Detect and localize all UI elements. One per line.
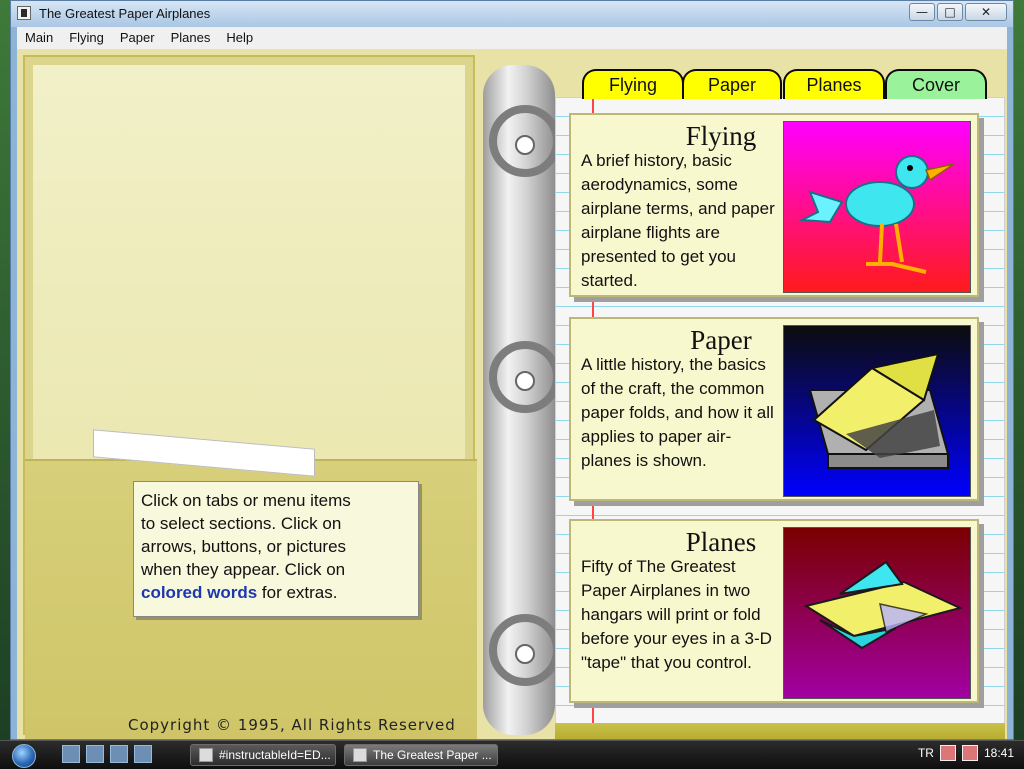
- instructions-line-2: to select sections. Click on: [141, 514, 342, 533]
- paper-thumbnail[interactable]: [783, 325, 971, 497]
- binder-ring-bottom: [489, 614, 561, 686]
- volume-icon[interactable]: [939, 745, 956, 761]
- card-flying-title: Flying: [685, 121, 757, 151]
- app-task-icon: [353, 748, 367, 762]
- start-button[interactable]: [12, 744, 36, 768]
- paint-icon[interactable]: [134, 745, 152, 763]
- card-paper[interactable]: Paper A little history, the basics of th…: [569, 317, 979, 501]
- taskbar-item-app[interactable]: The Greatest Paper ...: [344, 744, 498, 766]
- binder-ring-middle: [489, 341, 561, 413]
- desktop-left-edge: [0, 0, 10, 740]
- system-tray: TR 18:41: [918, 745, 1014, 761]
- menu-help[interactable]: Help: [218, 27, 261, 49]
- copyright-text: Copyright © 1995, All Rights Reserved: [128, 716, 456, 734]
- tab-cover[interactable]: Cover: [885, 69, 987, 99]
- ie-icon[interactable]: [62, 745, 80, 763]
- instructions-text: Click on tabs or menu items to select se…: [141, 489, 411, 604]
- colored-words-link[interactable]: colored words: [141, 583, 257, 602]
- desktop-right-edge: [1014, 0, 1024, 740]
- bird-icon: [798, 155, 955, 274]
- menu-planes[interactable]: Planes: [163, 27, 219, 49]
- left-page: Click on tabs or menu items to select se…: [23, 55, 477, 739]
- maximize-button[interactable]: □: [937, 3, 963, 21]
- card-planes-title: Planes: [685, 527, 757, 557]
- menu-main[interactable]: Main: [17, 27, 61, 49]
- window-controls: — □ ✕: [909, 3, 1007, 21]
- instructions-line-4: when they appear. Click on: [141, 560, 346, 579]
- menu-paper[interactable]: Paper: [112, 27, 163, 49]
- taskbar-item-browser-label: #instructableId=ED...: [219, 748, 331, 762]
- menu-bar: Main Flying Paper Planes Help: [17, 27, 1007, 50]
- card-paper-title: Paper: [690, 325, 752, 355]
- binder-ring-top: [489, 105, 561, 177]
- taskbar-item-app-label: The Greatest Paper ...: [373, 748, 492, 762]
- app-canvas: Click on tabs or menu items to select se…: [17, 49, 1007, 739]
- taskbar-item-browser[interactable]: #instructableId=ED...: [190, 744, 336, 766]
- card-planes-desc: Fifty of The Greatest Paper Airplanes in…: [581, 557, 772, 672]
- planes-thumbnail[interactable]: [783, 527, 971, 699]
- instructions-line-3: arrows, buttons, or pictures: [141, 537, 347, 556]
- taskbar: #instructableId=ED... The Greatest Paper…: [0, 740, 1024, 769]
- window-icon: [17, 6, 31, 20]
- quick-launch: [62, 745, 152, 763]
- title-bar[interactable]: The Greatest Paper Airplanes — □ ✕: [11, 1, 1013, 27]
- language-indicator[interactable]: TR: [918, 746, 934, 760]
- paper-airplane-icon: [803, 560, 963, 650]
- explorer-icon[interactable]: [110, 745, 128, 763]
- folded-paper-icon: [808, 352, 950, 469]
- instructions-note: Click on tabs or menu items to select se…: [133, 481, 419, 617]
- card-planes[interactable]: Planes Fifty of The Greatest Paper Airpl…: [569, 519, 979, 703]
- card-paper-desc: A little history, the basics of the craf…: [581, 355, 774, 470]
- close-button[interactable]: ✕: [965, 3, 1007, 21]
- minimize-button[interactable]: —: [909, 3, 935, 21]
- desktop-icon[interactable]: [86, 745, 104, 763]
- network-icon[interactable]: [961, 745, 978, 761]
- card-flying[interactable]: Flying A brief history, basic aerodynami…: [569, 113, 979, 297]
- flying-thumbnail[interactable]: [783, 121, 971, 293]
- browser-icon: [199, 748, 213, 762]
- page-shadow: [555, 723, 1005, 739]
- card-flying-desc: A brief history, basic aerodynamics, som…: [581, 151, 775, 290]
- window-title: The Greatest Paper Airplanes: [39, 6, 211, 21]
- instructions-tail: for extras.: [257, 583, 338, 602]
- menu-flying[interactable]: Flying: [61, 27, 112, 49]
- tab-flying[interactable]: Flying: [582, 69, 684, 99]
- instructions-line-5: colored words for extras.: [141, 581, 411, 604]
- app-window: The Greatest Paper Airplanes — □ ✕ Main …: [10, 0, 1014, 740]
- instructions-line-1: Click on tabs or menu items: [141, 491, 351, 510]
- tab-planes[interactable]: Planes: [783, 69, 885, 99]
- clock[interactable]: 18:41: [984, 746, 1014, 760]
- tab-paper[interactable]: Paper: [682, 69, 782, 99]
